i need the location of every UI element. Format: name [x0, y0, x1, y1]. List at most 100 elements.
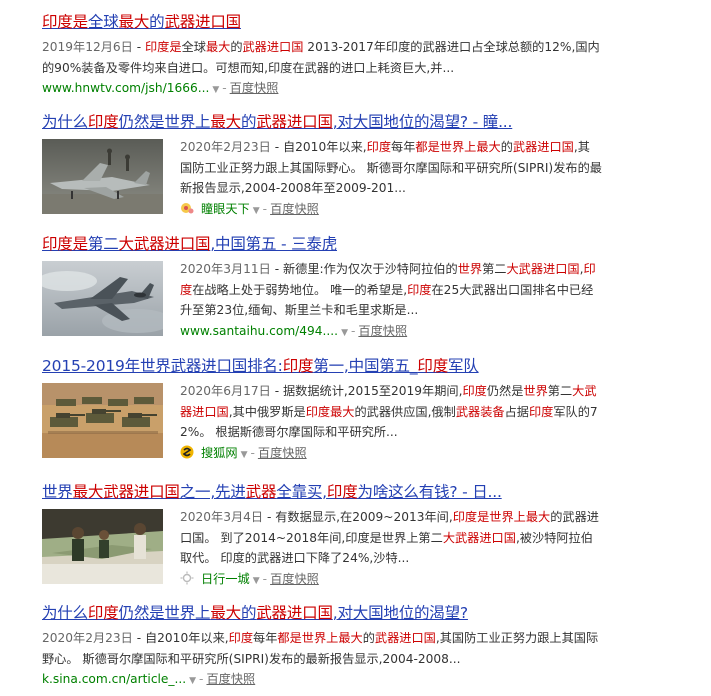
- text-segment: -: [132, 40, 145, 54]
- result-snippet: 2020年2月23日 - 自2010年以来,印度每年都是世界上最大的武器进口国,…: [42, 628, 602, 669]
- result-source-line: 日行一城 ▼ - 百度快照: [180, 569, 602, 591]
- text-segment: 的: [230, 40, 243, 54]
- result-source-name[interactable]: 搜狐网: [201, 446, 238, 460]
- cache-link[interactable]: 百度快照: [270, 572, 319, 586]
- highlighted-keyword: 世界: [457, 262, 483, 276]
- cache-link[interactable]: 百度快照: [270, 202, 319, 216]
- result-url[interactable]: www.santaihu.com/494....: [180, 324, 338, 338]
- highlighted-keyword: 大武器进口国: [506, 262, 580, 276]
- highlighted-keyword: 印度是: [145, 40, 182, 54]
- text-segment: 第一,中国第五_: [313, 357, 418, 375]
- dropdown-arrow-icon[interactable]: ▼: [341, 328, 348, 338]
- text-segment: 仍然是世界上: [118, 113, 211, 131]
- result-title-link[interactable]: 印度是全球最大的武器进口国: [42, 12, 602, 32]
- text-segment: 第二: [482, 262, 507, 276]
- text-segment: - 自2010年以来,: [270, 140, 367, 154]
- result-body: 2019年12月6日 - 印度是全球最大的武器进口国 2013-2017年印度的…: [42, 37, 602, 100]
- highlighted-keyword: 印度: [87, 113, 119, 131]
- text-segment: 每年: [391, 140, 416, 154]
- search-result-1: 印度是全球最大的武器进口国 2019年12月6日 - 印度是全球最大的武器进口国…: [42, 12, 602, 100]
- highlighted-keyword: 大武器进口国: [442, 530, 516, 545]
- result-title-link[interactable]: 世界最大武器进口国之一,先进武器全靠买,印度为啥这么有钱? - 日...: [42, 482, 602, 502]
- search-result-6: 为什么印度仍然是世界上最大的武器进口国,对大国地位的渴望? 2020年2月23日…: [42, 603, 602, 691]
- result-source-name[interactable]: 日行一城: [201, 572, 250, 586]
- highlighted-keyword: 武器进口国: [256, 113, 333, 131]
- sohu-logo-icon: [180, 445, 194, 459]
- text-segment: 之一,先进: [179, 483, 246, 501]
- highlighted-keyword: 印度: [529, 404, 554, 419]
- result-title-link[interactable]: 2015-2019年世界武器进口国排名:印度第一,中国第五_印度军队: [42, 356, 602, 376]
- dropdown-arrow-icon[interactable]: ▼: [241, 450, 248, 460]
- search-result-3: 印度是第二大武器进口国,中国第五 - 三泰虎 2020年3月11日 - 新德里:…: [42, 234, 602, 343]
- highlighted-keyword: 印度是: [42, 235, 88, 253]
- highlighted-keyword: 最大: [205, 40, 231, 54]
- eye-logo-icon: [180, 201, 194, 215]
- result-snippet: 2020年3月11日 - 新德里:作为仅次于沙特阿拉伯的世界第二大武器进口国,印…: [180, 259, 602, 321]
- text-segment: 的: [240, 604, 257, 622]
- text-segment: 的: [240, 113, 257, 131]
- highlighted-keyword: 印度: [417, 357, 449, 375]
- search-result-2: 为什么印度仍然是世界上最大的武器进口国,对大国地位的渴望? - 瞳... 202…: [42, 112, 602, 221]
- highlighted-keyword: 武器进口国: [374, 631, 436, 645]
- dropdown-arrow-icon[interactable]: ▼: [253, 206, 260, 216]
- highlighted-keyword: 武器装备: [455, 404, 505, 419]
- cache-link[interactable]: 百度快照: [206, 672, 255, 686]
- dropdown-arrow-icon[interactable]: ▼: [189, 676, 196, 686]
- result-title-link[interactable]: 为什么印度仍然是世界上最大的武器进口国,对大国地位的渴望? - 瞳...: [42, 112, 602, 132]
- result-thumbnail-image[interactable]: [42, 139, 163, 214]
- highlighted-keyword: 武器进口国: [512, 140, 574, 154]
- result-source-line: k.sina.com.cn/article_... ▼ - 百度快照: [42, 672, 256, 686]
- result-thumbnail-image[interactable]: [42, 261, 163, 336]
- text-segment: 在战略上处于弱势地位。 唯一的希望是,: [192, 282, 408, 297]
- text-segment: ,对大国地位的渴望?: [332, 604, 468, 622]
- text-segment: 第二: [87, 235, 119, 253]
- highlighted-keyword: 印度: [407, 282, 432, 297]
- cache-link[interactable]: 百度快照: [258, 446, 307, 460]
- text-segment: 仍然是: [486, 384, 524, 398]
- result-thumbnail-image[interactable]: [42, 383, 163, 458]
- highlighted-keyword: 印度: [326, 483, 358, 501]
- highlighted-keyword: 最大: [210, 604, 241, 622]
- highlighted-keyword: 印度是: [42, 13, 88, 31]
- dropdown-arrow-icon[interactable]: ▼: [253, 576, 260, 586]
- search-result-4: 2015-2019年世界武器进口国排名:印度第一,中国第五_印度军队 2020年…: [42, 356, 602, 465]
- result-source-line: www.hnwtv.com/jsh/1666... ▼ - 百度快照: [42, 81, 279, 95]
- result-thumbnail-image[interactable]: [42, 509, 163, 584]
- text-segment: ,中国第五 - 三泰虎: [210, 235, 338, 253]
- highlighted-keyword: 印度: [282, 357, 314, 375]
- highlighted-keyword: 印度: [228, 631, 254, 645]
- text-segment: 占据: [504, 404, 529, 419]
- highlighted-keyword: 印度: [87, 604, 119, 622]
- cache-link[interactable]: 百度快照: [358, 324, 407, 338]
- result-title-link[interactable]: 印度是第二大武器进口国,中国第五 - 三泰虎: [42, 234, 602, 254]
- text-segment: 全球: [181, 40, 206, 54]
- highlighted-keyword: 武器: [245, 483, 277, 501]
- result-date: 2019年12月6日: [42, 40, 133, 54]
- result-title-link[interactable]: 为什么印度仍然是世界上最大的武器进口国,对大国地位的渴望?: [42, 603, 602, 623]
- highlighted-keyword: 大武器进口国: [118, 235, 211, 253]
- highlighted-keyword: 世界: [523, 384, 548, 398]
- result-url[interactable]: k.sina.com.cn/article_...: [42, 672, 186, 686]
- text-segment: ,其中俄罗斯是: [228, 404, 306, 419]
- text-segment: - 新德里:作为仅次于沙特阿拉伯的: [270, 262, 458, 276]
- result-body: 2020年2月23日 - 自2010年以来,印度每年都是世界上最大的武器进口国,…: [42, 137, 602, 221]
- text-segment: 全球: [87, 13, 119, 31]
- text-segment: 的武器供应国,俄制: [354, 404, 456, 419]
- text-segment: 为什么: [42, 113, 88, 131]
- result-body: 2020年2月23日 - 自2010年以来,印度每年都是世界上最大的武器进口国,…: [42, 628, 602, 691]
- result-source-line: 瞳眼天下 ▼ - 百度快照: [180, 199, 602, 221]
- cache-link[interactable]: 百度快照: [230, 81, 279, 95]
- result-snippet: 2020年6月17日 - 据数据统计,2015至2019年期间,印度仍然是世界第…: [180, 381, 602, 443]
- text-segment: 仍然是世界上: [118, 604, 211, 622]
- highlighted-keyword: 印度是世界上最大: [452, 510, 551, 524]
- result-url[interactable]: www.hnwtv.com/jsh/1666...: [42, 81, 209, 95]
- highlighted-keyword: 武器进口国: [164, 13, 241, 31]
- result-body: 2020年3月4日 - 有数据显示,在2009~2013年间,印度是世界上最大的…: [42, 507, 602, 591]
- highlighted-keyword: 最大武器进口国: [72, 483, 180, 501]
- result-snippet: 2020年3月4日 - 有数据显示,在2009~2013年间,印度是世界上最大的…: [180, 507, 602, 569]
- result-source-name[interactable]: 瞳眼天下: [201, 202, 250, 216]
- highlighted-keyword: 都是世界上最大: [277, 631, 363, 645]
- dropdown-arrow-icon[interactable]: ▼: [212, 85, 219, 95]
- result-body: 2020年6月17日 - 据数据统计,2015至2019年期间,印度仍然是世界第…: [42, 381, 602, 465]
- highlighted-keyword: 印度: [462, 384, 487, 398]
